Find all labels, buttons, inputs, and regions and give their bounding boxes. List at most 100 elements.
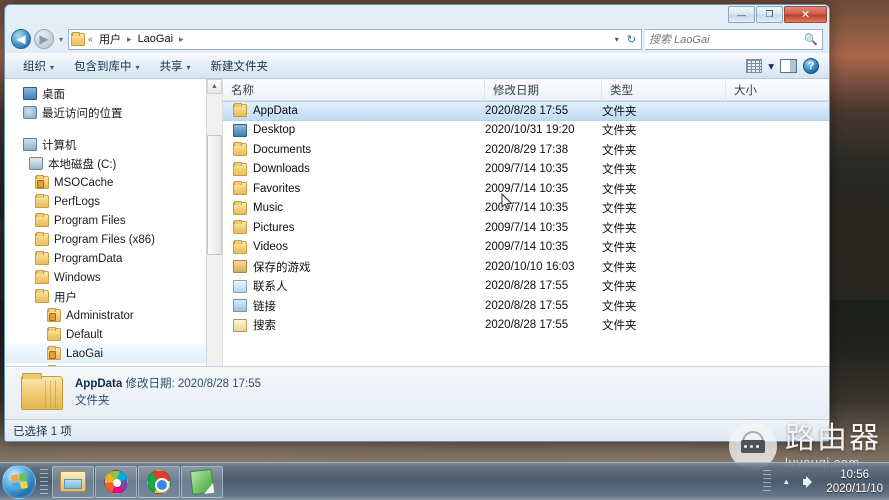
taskbar-item-explorer[interactable] [52,465,94,498]
tray-grip[interactable] [763,469,772,494]
sidebar-item-laogai[interactable]: LaoGai [5,344,222,363]
cell-date: 2020/10/31 19:20 [485,124,575,137]
sidebar-item-最近访问的位置[interactable]: 最近访问的位置 [5,103,222,122]
table-row[interactable]: 链接 2020/8/28 17:55 文件夹 [223,296,829,316]
sidebar-item-programdata[interactable]: ProgramData [5,249,222,268]
sidebar-item-default[interactable]: Default [5,325,222,344]
nav-scroll-thumb[interactable] [207,135,222,255]
close-button[interactable]: ✕ [784,6,827,23]
close-icon: ✕ [800,9,811,21]
preview-pane-icon[interactable] [780,58,797,73]
cell-type: 文件夹 [602,300,637,313]
recent-icon [23,106,37,119]
sidebar-item-perflogs[interactable]: PerfLogs [5,192,222,211]
share-button[interactable]: 共享 ▾ [150,55,201,77]
table-row[interactable]: Videos 2009/7/14 10:35 文件夹 [223,238,829,258]
table-row[interactable]: Documents 2020/8/29 17:38 文件夹 [223,140,829,160]
status-bar: 已选择 1 项 [5,419,829,441]
chevron-down-icon[interactable]: ▾ [768,59,774,73]
volume-button[interactable] [801,474,817,490]
organize-label: 组织 [23,60,46,73]
address-bar[interactable]: « 用户 ▸ LaoGai ▸ ▾ ↻ [68,28,642,50]
table-row[interactable]: AppData 2020/8/28 17:55 文件夹 [223,101,829,121]
file-name: Favorites [253,182,301,195]
sidebar-item-label: Default [66,328,103,341]
share-label: 共享 [159,60,183,73]
taskbar-item-photos[interactable] [95,465,137,498]
address-dropdown-icon[interactable]: ▾ [612,35,622,44]
forward-button[interactable]: ▶ [34,29,54,49]
folder-icon [233,200,247,215]
table-row[interactable]: 保存的游戏 2020/10/10 16:03 文件夹 [223,257,829,277]
table-row[interactable]: Music 2009/7/14 10:35 文件夹 [223,199,829,219]
taskbar-grip[interactable] [40,468,48,495]
cell-type: 文件夹 [602,203,637,216]
breadcrumb-item-users[interactable]: 用户 [96,30,124,48]
table-row[interactable]: Desktop 2020/10/31 19:20 文件夹 [223,121,829,141]
file-explorer-window: — ❐ ✕ ◀ ▶ ▾ « 用户 ▸ LaoGai ▸ ▾ ↻ 搜索 LaoGa… [4,4,830,442]
file-name: Videos [253,241,288,254]
table-row[interactable]: 联系人 2020/8/28 17:55 文件夹 [223,277,829,297]
breadcrumb-prefix: « [88,34,94,44]
new-folder-button[interactable]: 新建文件夹 [201,55,279,77]
sidebar-item-program-files[interactable]: Program Files [5,211,222,230]
refresh-icon[interactable]: ↻ [624,33,639,46]
links-icon [233,299,247,313]
taskbar-item-chrome[interactable] [138,465,180,498]
folder-locked-icon [35,175,49,189]
sidebar-item-桌面[interactable]: 桌面 [5,84,222,103]
sidebar-item-本地磁盘-c-[interactable]: 本地磁盘 (C:) [5,154,222,173]
maximize-button[interactable]: ❐ [756,6,783,23]
back-button[interactable]: ◀ [11,29,31,49]
sidebar-item-label: Program Files [54,214,126,227]
taskbar-item-notes[interactable] [181,465,223,498]
breadcrumb-separator-icon-2[interactable]: ▸ [178,34,185,45]
cell-type: 文件夹 [602,281,637,294]
table-row[interactable]: Favorites 2009/7/14 10:35 文件夹 [223,179,829,199]
table-row[interactable]: Downloads 2009/7/14 10:35 文件夹 [223,160,829,180]
organize-button[interactable]: 组织 ▾ [13,55,64,77]
scroll-up-icon[interactable]: ▲ [207,79,222,94]
system-tray: ▲ 10:56 2020/11/10 [763,468,889,496]
column-header-type[interactable]: 类型 [602,78,726,101]
history-dropdown-button[interactable]: ▾ [57,35,65,44]
sidebar-item-administrator[interactable]: Administrator [5,306,222,325]
file-name: 搜索 [253,320,276,333]
search-box[interactable]: 搜索 LaoGai 🔍 [645,28,823,50]
desktop-icon [23,87,37,100]
cell-name: 搜索 [223,317,485,333]
back-icon: ◀ [16,32,26,46]
sidebar-item-program-files-x86-[interactable]: Program Files (x86) [5,230,222,249]
breadcrumb-item-laogai[interactable]: LaoGai [135,32,176,46]
table-row[interactable]: Pictures 2009/7/14 10:35 文件夹 [223,218,829,238]
cell-date: 2009/7/14 10:35 [485,163,569,176]
sidebar-item-label: LaoGai [66,347,104,360]
sidebar-item-label: 最近访问的位置 [42,107,123,120]
sidebar-item-用户[interactable]: 用户 [5,287,222,306]
file-explorer-icon [60,471,86,492]
include-in-library-button[interactable]: 包含到库中 ▾ [64,55,150,77]
table-row[interactable]: 搜索 2020/8/28 17:55 文件夹 [223,316,829,336]
sidebar-item-计算机[interactable]: 计算机 [5,135,222,154]
chevron-down-icon: ▾ [135,62,140,72]
sidebar-item-msocache[interactable]: MSOCache [5,173,222,192]
clock[interactable]: 10:56 2020/11/10 [824,468,883,496]
include-in-library-label: 包含到库中 [74,60,132,73]
minimize-button[interactable]: — [728,6,755,23]
cell-name: Desktop [223,123,485,137]
help-icon[interactable]: ? [803,57,819,74]
games-icon [233,260,247,274]
desktop-folder-icon [233,123,247,137]
column-header-date[interactable]: 修改日期 [485,78,602,101]
sidebar-item-windows[interactable]: Windows [5,268,222,287]
column-header-name[interactable]: 名称 [223,78,485,101]
file-name: Desktop [253,124,296,137]
start-button[interactable] [2,464,36,499]
change-view-icon[interactable] [746,58,763,73]
file-name: AppData [253,104,298,117]
column-header-size[interactable]: 大小 [726,79,829,101]
show-hidden-icons-button[interactable]: ▲ [778,474,794,490]
sidebar-item-label: 用户 [54,291,77,304]
title-bar[interactable]: — ❐ ✕ [5,5,829,25]
sidebar-item-label: ProgramData [54,252,123,265]
